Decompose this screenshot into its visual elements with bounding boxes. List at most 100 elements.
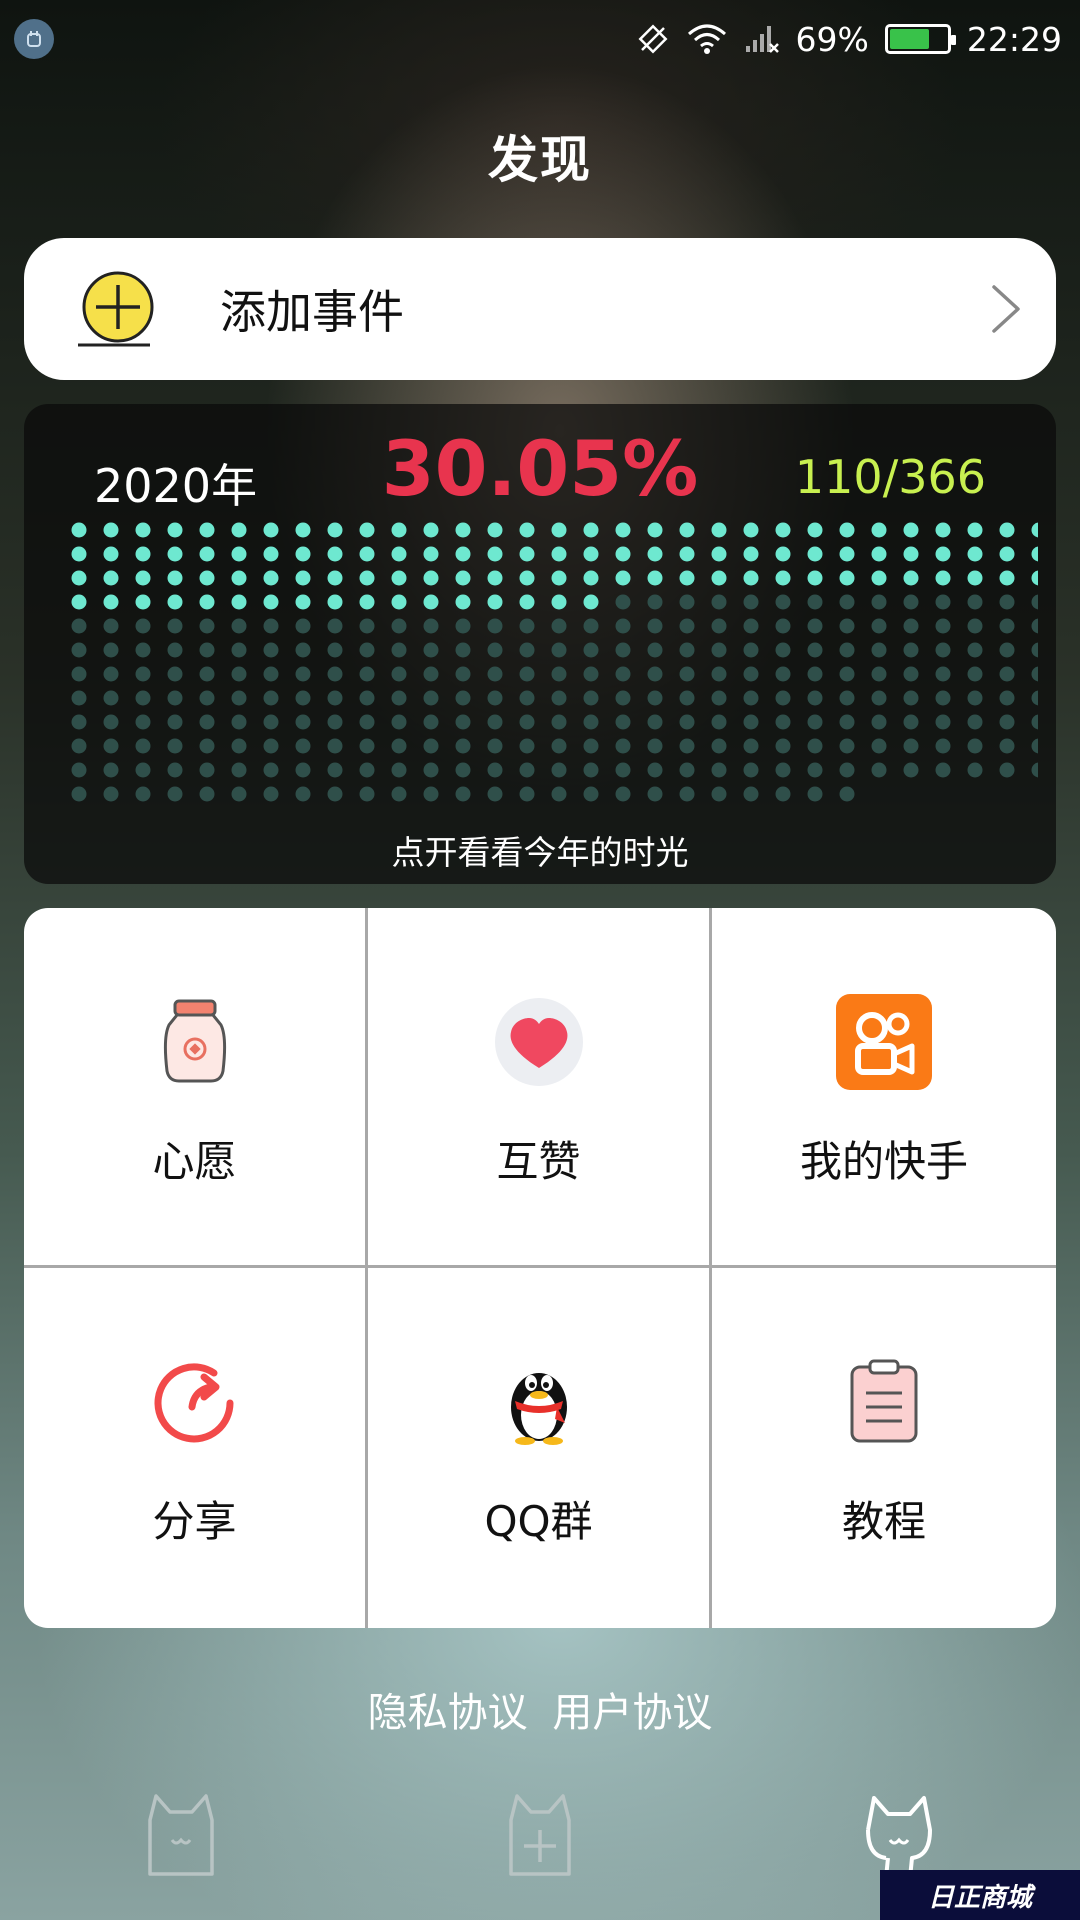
grid-item-wish[interactable]: 心愿 (24, 908, 368, 1268)
day-dot (519, 762, 535, 778)
day-dot (1031, 642, 1038, 658)
battery-fill (889, 29, 929, 49)
day-dot (647, 666, 663, 682)
day-dot (455, 666, 471, 682)
day-dot (295, 522, 311, 538)
day-dot (679, 786, 695, 802)
day-dot (455, 642, 471, 658)
day-dot (839, 786, 855, 802)
day-dot (935, 570, 951, 586)
day-dot (551, 762, 567, 778)
grid-item-share[interactable]: 分享 (24, 1268, 368, 1628)
day-dot (967, 570, 983, 586)
day-dot (199, 618, 215, 634)
day-dot (231, 786, 247, 802)
day-dot (999, 714, 1015, 730)
day-dot (999, 642, 1015, 658)
day-dot (71, 546, 87, 562)
grid-item-kuaishou[interactable]: 我的快手 (712, 908, 1056, 1268)
day-dot (455, 618, 471, 634)
day-dot (455, 762, 471, 778)
day-dot (487, 714, 503, 730)
day-dot (71, 714, 87, 730)
day-dot (1031, 522, 1038, 538)
day-dot (935, 714, 951, 730)
day-dot (71, 690, 87, 706)
day-dot (967, 714, 983, 730)
day-dot (999, 738, 1015, 754)
day-dot (871, 690, 887, 706)
day-dot (551, 546, 567, 562)
privacy-policy-link[interactable]: 隐私协议 (368, 1690, 528, 1736)
day-dot (711, 762, 727, 778)
cat-add-icon[interactable] (495, 1790, 585, 1880)
add-event-button[interactable]: 添加事件 (24, 238, 1056, 380)
day-dot (487, 570, 503, 586)
day-dot (647, 762, 663, 778)
grid-item-like[interactable]: 互赞 (368, 908, 712, 1268)
day-dot (615, 618, 631, 634)
day-dot (263, 714, 279, 730)
day-dot (967, 690, 983, 706)
day-dot (775, 666, 791, 682)
day-dot (583, 546, 599, 562)
day-dot (615, 690, 631, 706)
clipboard-icon (834, 1352, 934, 1452)
day-dot (839, 762, 855, 778)
day-dot (551, 690, 567, 706)
day-dot (295, 666, 311, 682)
grid-item-qq-group[interactable]: QQ群 (368, 1268, 712, 1628)
day-dot (615, 738, 631, 754)
day-dot (199, 546, 215, 562)
day-dot (71, 570, 87, 586)
footer-links: 隐私协议 用户协议 (0, 1680, 1080, 1738)
day-dot (807, 738, 823, 754)
day-dot (711, 546, 727, 562)
day-dot (839, 714, 855, 730)
user-agreement-link[interactable]: 用户协议 (552, 1690, 712, 1736)
day-dot (583, 786, 599, 802)
day-dot (263, 690, 279, 706)
day-dot (775, 642, 791, 658)
day-dot (135, 690, 151, 706)
day-dot (423, 786, 439, 802)
battery-icon (884, 24, 956, 54)
day-dot (487, 642, 503, 658)
day-dot (871, 642, 887, 658)
day-dot (903, 666, 919, 682)
day-dot (935, 546, 951, 562)
day-dot (71, 666, 87, 682)
day-dot (199, 570, 215, 586)
day-dot (679, 666, 695, 682)
year-progress-card[interactable]: 2020年 30.05% 110/366 点开看看今年的时光 (24, 404, 1056, 884)
day-dot (1031, 690, 1038, 706)
day-dot (743, 570, 759, 586)
day-dot (359, 546, 375, 562)
cat-discover-icon[interactable] (854, 1790, 944, 1880)
day-dot (615, 594, 631, 610)
day-dot (647, 714, 663, 730)
grid-item-tutorial[interactable]: 教程 (712, 1268, 1056, 1628)
year-progress-caption: 点开看看今年的时光 (391, 833, 689, 872)
day-dot (1031, 570, 1038, 586)
day-dot (711, 786, 727, 802)
day-dot (103, 690, 119, 706)
day-dot (423, 666, 439, 682)
day-dot (391, 522, 407, 538)
day-dot (903, 618, 919, 634)
day-dot (71, 594, 87, 610)
day-dot (135, 714, 151, 730)
day-dot (295, 786, 311, 802)
day-dot (743, 642, 759, 658)
day-dot (775, 714, 791, 730)
day-dot (135, 642, 151, 658)
day-dot (519, 618, 535, 634)
day-dot (327, 594, 343, 610)
day-dot (935, 762, 951, 778)
day-dot (391, 714, 407, 730)
day-dot (455, 546, 471, 562)
day-dot (967, 618, 983, 634)
day-dot (903, 642, 919, 658)
day-dot (231, 666, 247, 682)
cat-home-icon[interactable] (136, 1790, 226, 1880)
